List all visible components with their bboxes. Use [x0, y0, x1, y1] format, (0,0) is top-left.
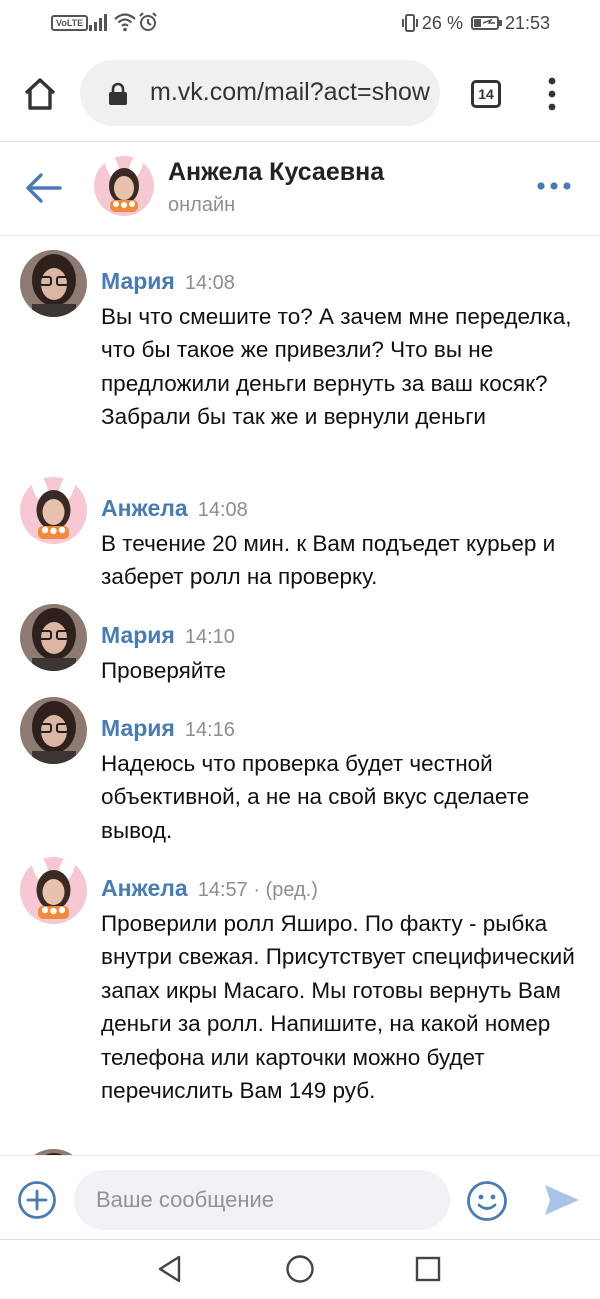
home-icon[interactable]: [22, 76, 58, 112]
message-header: Мария 14:16: [101, 715, 235, 742]
message-text: Вы что смешите то? А зачем мне переделка…: [101, 304, 572, 430]
avatar[interactable]: [20, 250, 87, 317]
message-time: 14:08: [197, 499, 248, 521]
message-input[interactable]: [96, 1180, 426, 1220]
online-status: онлайн: [168, 194, 236, 216]
menu-dots-icon[interactable]: [542, 76, 562, 112]
compose-bar: [0, 1155, 600, 1239]
avatar[interactable]: [94, 156, 154, 216]
battery-icon: [470, 16, 502, 30]
url-text: m.vk.com/mail?act=show: [150, 78, 430, 106]
message-header: Мария 14:10: [101, 622, 235, 649]
message: Мария 14:08 Вы что смешите то? А зачем мн…: [0, 250, 600, 460]
message-time: 14:10: [184, 626, 235, 648]
lock-icon: [109, 82, 127, 105]
avatar[interactable]: [20, 697, 87, 764]
message-author[interactable]: Мария: [101, 268, 175, 294]
avatar[interactable]: [20, 477, 87, 544]
message: Анжела 14:57 · (ред.) Проверили ролл Яшир…: [0, 857, 600, 1137]
plus-icon[interactable]: [17, 1180, 57, 1220]
message-text: Надеюсь что проверка будет честной объек…: [101, 751, 530, 843]
status-right: 26 % 21:53: [400, 12, 550, 34]
message-text: В течение 20 мин. к Вам подъедет курьер …: [101, 531, 556, 590]
tabs-count-button[interactable]: 14: [471, 80, 501, 108]
signal-icon: [89, 14, 107, 31]
browser-toolbar: m.vk.com/mail?act=show 14: [0, 46, 600, 142]
message-text: Проверяйте: [101, 658, 226, 683]
message: Мария 14:16 Надеюсь что проверка будет че…: [0, 697, 600, 843]
message: Мария 14:10 Проверяйте: [0, 604, 600, 684]
back-arrow-icon[interactable]: [24, 170, 64, 206]
message-author[interactable]: Мария: [101, 715, 175, 741]
wifi-icon: [114, 13, 136, 32]
volte-icon: VoLTE: [51, 15, 89, 31]
alarm-icon: [139, 12, 157, 31]
message: Анжела 14:08 В течение 20 мин. к Вам подъ…: [0, 477, 600, 589]
message-time: 14:08: [184, 272, 235, 294]
message-list[interactable]: Мария 14:08 Вы что смешите то? А зачем мн…: [0, 237, 600, 1155]
nav-recent-icon[interactable]: [414, 1255, 442, 1283]
status-bar: VoLTE 26 % 21:53: [0, 0, 600, 46]
vibrate-icon: [401, 14, 418, 32]
smile-icon[interactable]: [466, 1180, 508, 1222]
message-header: Анжела 14:57 · (ред.): [101, 875, 318, 902]
clock: 21:53: [504, 12, 550, 33]
battery-percent: 26 %: [421, 12, 463, 33]
avatar[interactable]: [20, 857, 87, 924]
avatar[interactable]: [20, 604, 87, 671]
message-author[interactable]: Анжела: [101, 875, 188, 901]
message-header: Анжела 14:08: [101, 495, 248, 522]
message-time: 14:57: [197, 879, 248, 901]
chat-title: Анжела Кусаевна: [168, 158, 385, 186]
message-author[interactable]: Анжела: [101, 495, 188, 521]
nav-home-icon[interactable]: [285, 1254, 315, 1284]
message-author[interactable]: Мария: [101, 622, 175, 648]
message-header: Мария 14:08: [101, 268, 235, 295]
message-text: Проверили ролл Яширо. По факту - рыбка в…: [101, 911, 575, 1104]
message-input-box[interactable]: [74, 1170, 450, 1230]
chat-header: Анжела Кусаевна онлайн: [0, 142, 600, 236]
send-icon[interactable]: [543, 1182, 581, 1218]
address-bar[interactable]: m.vk.com/mail?act=show: [80, 60, 440, 126]
message-edited: · (ред.): [247, 879, 318, 901]
message-time: 14:16: [184, 719, 235, 741]
more-dots-icon[interactable]: [536, 180, 572, 192]
system-nav-bar: [0, 1239, 600, 1299]
nav-back-icon[interactable]: [155, 1254, 185, 1284]
